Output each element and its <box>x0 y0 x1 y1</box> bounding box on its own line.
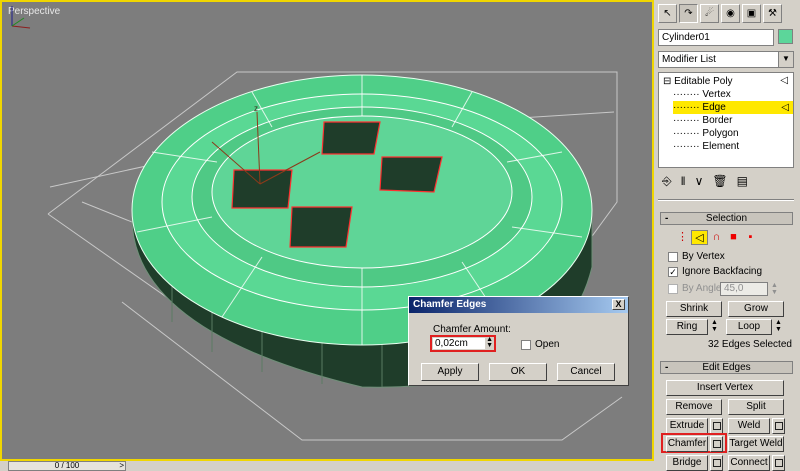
stack-root-label: Editable Poly <box>674 76 733 87</box>
remove-button[interactable]: Remove <box>666 399 722 415</box>
ring-spinner[interactable]: ▲ ▼ <box>709 319 720 335</box>
time-slider-frame: 0 / 100 <box>54 461 80 470</box>
object-name-field[interactable]: Cylinder01 <box>658 29 774 46</box>
apply-button[interactable]: Apply <box>421 363 479 381</box>
by-angle-value: 45,0 <box>724 283 744 294</box>
ring-button[interactable]: Ring <box>666 319 708 335</box>
remove-modifier-icon[interactable]: 🗑 <box>712 174 727 189</box>
chamfer-amount-highlight: 0,02cm ▲ ▼ <box>430 335 496 352</box>
stack-item-vertex[interactable]: ········ Vertex <box>673 88 791 101</box>
ok-button[interactable]: OK <box>489 363 547 381</box>
configure-modifier-sets-icon[interactable]: ▤ <box>737 174 748 189</box>
stack-item-element[interactable]: ········ Element <box>673 140 739 153</box>
connect-settings-icon[interactable] <box>772 455 785 471</box>
time-next-arrow[interactable]: > <box>119 462 124 470</box>
modifier-stack: ⊟ Editable Poly ◁ ········ Vertex ······… <box>658 72 794 168</box>
object-color-swatch[interactable] <box>778 29 793 44</box>
loop-button[interactable]: Loop <box>726 319 772 335</box>
chevron-down-icon[interactable]: ▼ <box>778 52 793 67</box>
world-axis-icon <box>11 6 31 29</box>
edge-mode-icon: ◁ <box>780 75 788 86</box>
ignore-backfacing-label: Ignore Backfacing <box>682 266 763 277</box>
bridge-button[interactable]: Bridge <box>666 455 708 471</box>
extrude-button[interactable]: Extrude <box>666 418 708 434</box>
by-vertex-label: By Vertex <box>682 251 725 262</box>
weld-button[interactable]: Weld <box>728 418 770 434</box>
command-panel-tabs: ↖ ↷ ☄ ◉ ▣ ⚒ <box>658 4 782 23</box>
stack-item-edge[interactable]: ········ Edge ◁ <box>673 101 793 114</box>
stack-item-editable-poly[interactable]: ⊟ Editable Poly <box>663 75 733 88</box>
chamfer-settings-icon[interactable] <box>710 436 723 452</box>
create-tab-icon[interactable]: ↖ <box>658 4 677 23</box>
time-slider[interactable]: 0 / 100 > <box>8 461 126 471</box>
modifier-list-value: Modifier List <box>662 54 716 65</box>
extrude-settings-icon[interactable] <box>710 418 723 434</box>
stack-item-label: Element <box>702 141 740 152</box>
hierarchy-tab-icon[interactable]: ☄ <box>700 4 719 23</box>
weld-settings-icon[interactable] <box>772 418 785 434</box>
border-mode-icon[interactable]: ∩ <box>708 230 725 245</box>
collapse-minus-icon: - <box>665 362 669 373</box>
modify-tab-icon[interactable]: ↷ <box>679 4 698 23</box>
chamfer-button[interactable]: Chamfer <box>666 436 708 452</box>
split-button[interactable]: Split <box>728 399 784 415</box>
chamfer-amount-field[interactable]: 0,02cm <box>433 338 485 349</box>
pin-stack-icon[interactable]: ⎆ <box>662 174 672 189</box>
scene-render: z <box>47 71 623 441</box>
selection-rollout-title: Selection <box>705 213 748 224</box>
stack-item-label: Border <box>702 115 733 126</box>
show-end-result-icon[interactable]: ‖ <box>681 174 686 189</box>
by-angle-label: By Angle: <box>682 283 725 294</box>
display-tab-icon[interactable]: ▣ <box>742 4 761 23</box>
chamfer-amount-spinner[interactable]: ▲ ▼ <box>486 336 493 349</box>
edge-mode-button-icon[interactable]: ◁ <box>691 230 708 245</box>
connect-button[interactable]: Connect <box>728 455 770 471</box>
by-angle-field[interactable]: 45,0 <box>720 282 768 296</box>
open-label: Open <box>535 339 560 350</box>
grow-button[interactable]: Grow <box>728 301 784 317</box>
collapse-minus-icon: - <box>665 213 669 224</box>
open-checkbox[interactable] <box>521 340 531 350</box>
object-name-value: Cylinder01 <box>662 32 710 43</box>
bridge-settings-icon[interactable] <box>710 455 723 471</box>
edit-edges-rollout-title: Edit Edges <box>702 362 751 373</box>
motion-tab-icon[interactable]: ◉ <box>721 4 740 23</box>
time-bar: 0 / 100 > <box>0 461 654 471</box>
close-icon[interactable]: X <box>612 299 625 310</box>
stack-item-label: Edge <box>702 102 726 113</box>
dialog-title-bar[interactable]: Chamfer Edges X <box>409 297 628 313</box>
utilities-tab-icon[interactable]: ⚒ <box>763 4 782 23</box>
perspective-viewport[interactable]: z Perspective <box>0 0 654 461</box>
chamfer-amount-label: Chamfer Amount: <box>433 324 511 335</box>
shrink-button[interactable]: Shrink <box>666 301 722 317</box>
stack-item-label: Vertex <box>702 89 731 100</box>
by-angle-checkbox[interactable] <box>668 284 678 294</box>
stack-item-border[interactable]: ········ Border <box>673 114 732 127</box>
edge-subobject-icon: ◁ <box>781 102 789 113</box>
collapse-box-icon[interactable]: ⊟ <box>663 76 671 87</box>
stack-item-polygon[interactable]: ········ Polygon <box>673 127 739 140</box>
gizmo-z-label: z <box>254 104 258 113</box>
cancel-button[interactable]: Cancel <box>557 363 615 381</box>
stack-item-label: Polygon <box>702 128 739 139</box>
element-mode-icon[interactable]: ▪ <box>742 230 759 245</box>
ignore-backfacing-checkbox[interactable]: ✓ <box>668 267 678 277</box>
by-vertex-checkbox[interactable] <box>668 252 678 262</box>
target-weld-button[interactable]: Target Weld <box>728 436 784 452</box>
selection-rollout-header[interactable]: - Selection <box>660 212 793 225</box>
chamfer-edges-dialog: Chamfer Edges X Chamfer Amount: 0,02cm ▲… <box>408 296 629 386</box>
modifier-list-dropdown[interactable]: Modifier List ▼ <box>658 51 794 68</box>
polygon-mode-icon[interactable]: ■ <box>725 230 742 245</box>
insert-vertex-button[interactable]: Insert Vertex <box>666 380 784 396</box>
subobject-mode-buttons: ⋮ ◁ ∩ ■ ▪ <box>674 230 759 245</box>
vertex-mode-icon[interactable]: ⋮ <box>674 230 691 245</box>
dialog-title: Chamfer Edges <box>413 299 487 310</box>
loop-spinner[interactable]: ▲ ▼ <box>773 319 784 335</box>
stack-tools: ⎆ ‖ ∨ 🗑 ▤ <box>662 174 748 189</box>
edit-edges-rollout-header[interactable]: - Edit Edges <box>660 361 793 374</box>
divider <box>658 199 794 201</box>
make-unique-icon[interactable]: ∨ <box>695 174 704 189</box>
by-angle-spinner[interactable]: ▲ ▼ <box>769 282 780 298</box>
selection-status: 32 Edges Selected <box>708 339 792 350</box>
